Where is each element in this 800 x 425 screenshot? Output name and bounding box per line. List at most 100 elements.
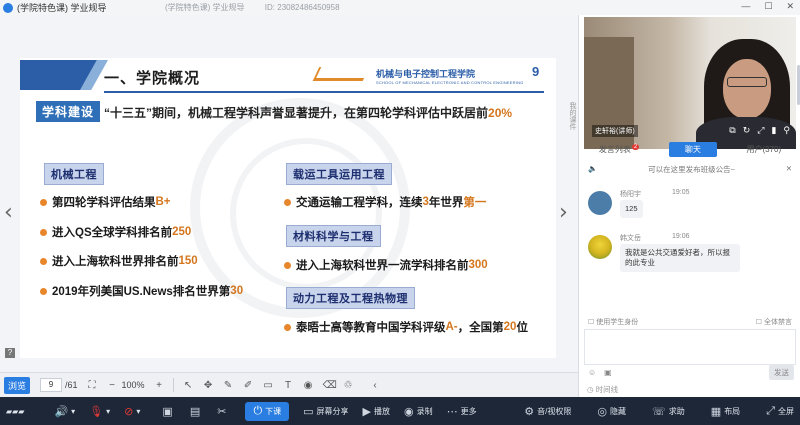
expand-icon[interactable]: ⤢: [757, 125, 764, 136]
zoom-out-icon[interactable]: −: [107, 380, 118, 391]
prev-slide-icon[interactable]: ‹: [4, 200, 13, 225]
bullet-icon: [284, 323, 291, 331]
pen-icon[interactable]: ✎: [223, 380, 234, 391]
hide-button[interactable]: ◎ 隐藏: [597, 405, 626, 418]
item-text: 进入上海软科世界排名前: [52, 256, 179, 268]
refresh-icon[interactable]: ↻: [743, 125, 751, 136]
mute-all-checkbox[interactable]: ☐ 全体禁言: [756, 317, 792, 327]
fit-screen-icon[interactable]: ⛶: [87, 380, 98, 391]
school-name: 机械与电子控制工程学院: [376, 69, 476, 79]
layout-button[interactable]: ▦ 布局: [711, 405, 740, 418]
highlighter-icon[interactable]: ✐: [243, 380, 254, 391]
chat-tool-icon[interactable]: ▤: [190, 405, 203, 418]
chat-notice: 🔈 可以在这里发布班级公告~ ✕: [584, 162, 796, 177]
mic-mute-icon[interactable]: 🎙 ▾: [89, 405, 110, 418]
timeline-label[interactable]: 时间线: [596, 385, 619, 394]
item-highlight: 250: [172, 226, 192, 238]
total-pages: /61: [65, 380, 78, 390]
slide-toolbar: 浏览 9 /61 ⛶ − 100% + ↖ ✥ ✎ ✐ ▭ T ◉ ⌫ ♲ ‹: [0, 372, 578, 397]
message-time: 19:06: [672, 233, 690, 240]
bullet-icon: [40, 228, 47, 236]
av-permission-button[interactable]: ⚙ 音/视权限: [524, 405, 571, 418]
emoji-icon[interactable]: ☺: [588, 368, 596, 377]
next-slide-icon[interactable]: ›: [559, 200, 568, 225]
help-icon[interactable]: ?: [5, 348, 15, 358]
close-icon[interactable]: ✕: [786, 1, 794, 12]
school-english-name: SCHOOL OF MECHANICAL ELECTRONIC AND CONT…: [376, 80, 524, 85]
play-button[interactable]: ▶ 播放: [363, 405, 390, 418]
item-text: 年世界: [428, 197, 464, 209]
label: 更多: [460, 406, 477, 416]
rectangle-icon[interactable]: ▭: [263, 380, 274, 391]
notice-text: 可以在这里发布班级公告~: [648, 165, 735, 174]
screen-share-button[interactable]: ▭ 屏幕分享: [303, 405, 348, 418]
item-text: 进入上海软科世界一流学科排名前: [296, 260, 469, 272]
option-label: 使用学生身份: [596, 319, 639, 326]
speaker-volume-icon[interactable]: 🔊 ▾: [54, 405, 75, 418]
tab-chat[interactable]: 聊天: [668, 142, 717, 157]
scissors-icon[interactable]: ✂: [217, 405, 229, 418]
list-item: 进入上海软科世界一流学科排名前 300: [284, 257, 488, 273]
network-signal-icon: ▰▰▰: [6, 406, 25, 416]
more-button[interactable]: ⋯ 更多: [447, 405, 477, 418]
browse-button[interactable]: 浏览: [4, 376, 31, 394]
use-student-id-checkbox[interactable]: ☐ 使用学生身份: [588, 317, 638, 327]
page-input[interactable]: 9: [40, 378, 63, 392]
mic-icon[interactable]: ⚲: [783, 125, 790, 136]
label: 布局: [724, 406, 741, 416]
pointer-icon[interactable]: ↖: [183, 380, 194, 391]
notice-close-icon[interactable]: ✕: [786, 164, 792, 175]
send-button[interactable]: 发送: [769, 365, 794, 380]
tab-speakers[interactable]: 发言列表 2: [599, 144, 640, 155]
record-button[interactable]: ◉ 录制: [404, 405, 433, 418]
camera-mute-icon[interactable]: ⊘ ▾: [124, 405, 140, 418]
right-panel: 史轩裕(讲师) ⧉ ↻ ⤢ ▮ ⚲ 发言列表 2 聊天 用户(370) 🔈 可以在…: [578, 15, 800, 397]
lead-text: “十三五”期间，机械工程学科声誉显著提升，在第四轮学科评估中跃居前20%: [104, 104, 512, 121]
text-icon[interactable]: T: [283, 380, 294, 391]
item-text: 第四轮学科评估结果: [52, 197, 156, 209]
color-picker-icon[interactable]: ◉: [303, 380, 314, 391]
item-text: 泰晤士高等教育中国学科评级: [296, 322, 446, 334]
list-item: 进入QS全球学科排名前 250: [40, 224, 191, 240]
course-id: ID: 23082486450958: [264, 3, 340, 12]
app-logo-icon: [3, 2, 13, 13]
label: 录制: [416, 406, 433, 416]
maximize-icon[interactable]: ☐: [764, 1, 772, 12]
label: 屏幕分享: [316, 406, 349, 416]
bullet-icon: [40, 257, 47, 265]
list-item: 进入上海软科世界排名前 150: [40, 253, 198, 269]
chat-options: ☐ 使用学生身份 ☐ 全体禁言: [584, 317, 796, 327]
item-text: 交通运输工程学科，连续: [296, 197, 423, 209]
item-highlight: 30: [230, 285, 244, 297]
course-info: (学院特色课) 学业规导 ID: 23082486450958: [165, 2, 358, 13]
move-icon[interactable]: ✥: [203, 380, 214, 391]
bullet-icon: [40, 287, 47, 295]
chat-list: 🔈 可以在这里发布班级公告~ ✕ 杨阳宇 19:05 125 韩文岳 19:06…: [584, 162, 796, 312]
item-text: 进入QS全球学科排名前: [52, 227, 173, 239]
image-tool-icon[interactable]: ▣: [162, 405, 175, 418]
category-mechanical: 机械工程: [44, 163, 104, 185]
zoom-in-icon[interactable]: +: [154, 380, 165, 391]
pip-icon[interactable]: ⧉: [729, 125, 735, 136]
category-materials: 材料科学与工程: [286, 225, 381, 247]
label: 全屏: [778, 406, 794, 416]
image-icon[interactable]: ▣: [604, 368, 612, 377]
help-button[interactable]: ☏ 求助: [652, 405, 685, 418]
chat-input[interactable]: [584, 329, 796, 365]
section-tag: 学科建设: [36, 101, 101, 122]
lead-highlight: 20%: [488, 106, 513, 120]
minimize-icon[interactable]: —: [741, 1, 750, 12]
teacher-video: 史轩裕(讲师) ⧉ ↻ ⤢ ▮ ⚲: [584, 17, 796, 149]
eraser-icon[interactable]: ⌫: [323, 380, 337, 391]
clear-icon[interactable]: ♲: [343, 380, 354, 391]
fullscreen-button[interactable]: ⤢ 全屏: [766, 405, 794, 418]
message-time: 19:05: [672, 189, 690, 196]
tab-users[interactable]: 用户(370): [746, 144, 781, 155]
chat-input-tools: ☺ ▣: [584, 368, 796, 377]
video-controls: ⧉ ↻ ⤢ ▮ ⚲: [729, 125, 790, 136]
volume-icon[interactable]: ▮: [771, 125, 776, 136]
collapse-icon[interactable]: ‹: [370, 380, 381, 391]
slide-page-number: 9: [532, 64, 540, 79]
courseware-tab[interactable]: 我的课件: [563, 95, 577, 137]
end-class-button[interactable]: ⏻ 下课: [245, 401, 290, 421]
